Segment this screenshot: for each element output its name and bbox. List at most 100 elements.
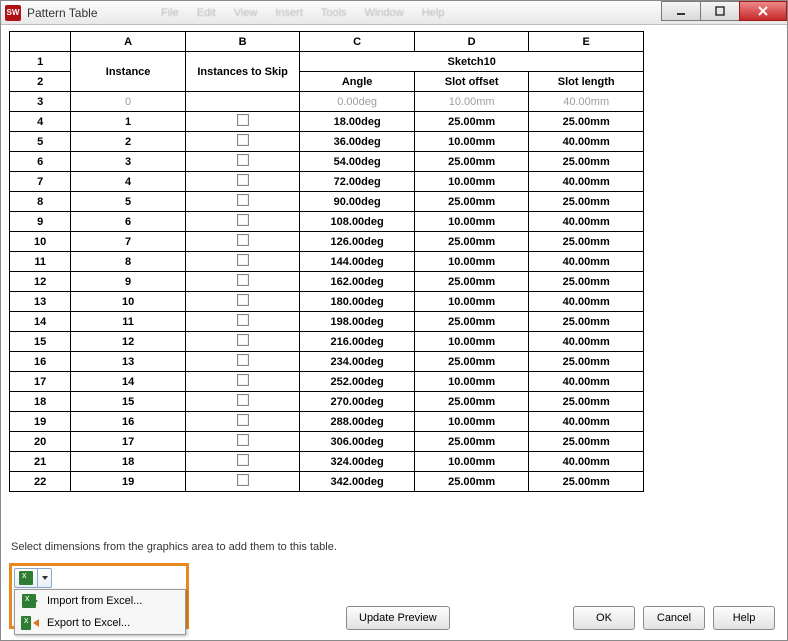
angle-cell[interactable]: 0.00deg bbox=[300, 92, 415, 112]
table-row[interactable]: 1714252.00deg10.00mm40.00mm bbox=[10, 372, 644, 392]
table-row[interactable]: 8590.00deg25.00mm25.00mm bbox=[10, 192, 644, 212]
excel-button-main[interactable] bbox=[14, 568, 38, 588]
row-header[interactable]: 3 bbox=[10, 92, 71, 112]
col-e-header[interactable]: E bbox=[529, 32, 644, 52]
instance-cell[interactable]: 12 bbox=[71, 332, 186, 352]
instance-cell[interactable]: 6 bbox=[71, 212, 186, 232]
skip-cell[interactable] bbox=[185, 172, 300, 192]
skip-checkbox[interactable] bbox=[237, 414, 249, 426]
row-header[interactable]: 22 bbox=[10, 472, 71, 492]
row-header[interactable]: 7 bbox=[10, 172, 71, 192]
length-cell[interactable]: 40.00mm bbox=[529, 332, 644, 352]
angle-cell[interactable]: 270.00deg bbox=[300, 392, 415, 412]
offset-cell[interactable]: 10.00mm bbox=[414, 292, 529, 312]
row-header[interactable]: 5 bbox=[10, 132, 71, 152]
length-cell[interactable]: 25.00mm bbox=[529, 272, 644, 292]
skip-checkbox[interactable] bbox=[237, 194, 249, 206]
angle-cell[interactable]: 144.00deg bbox=[300, 252, 415, 272]
angle-cell[interactable]: 252.00deg bbox=[300, 372, 415, 392]
col-a-header[interactable]: A bbox=[71, 32, 186, 52]
offset-cell[interactable]: 25.00mm bbox=[414, 432, 529, 452]
skip-cell[interactable] bbox=[185, 112, 300, 132]
table-row[interactable]: 2017306.00deg25.00mm25.00mm bbox=[10, 432, 644, 452]
skip-cell[interactable] bbox=[185, 432, 300, 452]
row-header[interactable]: 18 bbox=[10, 392, 71, 412]
offset-cell[interactable]: 10.00mm bbox=[414, 372, 529, 392]
row-header[interactable]: 1 bbox=[10, 52, 71, 72]
skip-cell[interactable] bbox=[185, 132, 300, 152]
instance-cell[interactable]: 1 bbox=[71, 112, 186, 132]
pattern-table[interactable]: A B C D E 1 Instance Instances to Skip S… bbox=[9, 31, 644, 492]
skip-checkbox[interactable] bbox=[237, 214, 249, 226]
skip-cell[interactable] bbox=[185, 92, 300, 112]
offset-cell[interactable]: 10.00mm bbox=[414, 332, 529, 352]
length-cell[interactable]: 40.00mm bbox=[529, 92, 644, 112]
row-header[interactable]: 4 bbox=[10, 112, 71, 132]
length-cell[interactable]: 25.00mm bbox=[529, 392, 644, 412]
table-row[interactable]: 1916288.00deg10.00mm40.00mm bbox=[10, 412, 644, 432]
col-b-header[interactable]: B bbox=[185, 32, 300, 52]
angle-cell[interactable]: 18.00deg bbox=[300, 112, 415, 132]
instance-cell[interactable]: 15 bbox=[71, 392, 186, 412]
skip-checkbox[interactable] bbox=[237, 134, 249, 146]
table-row[interactable]: 118144.00deg10.00mm40.00mm bbox=[10, 252, 644, 272]
instance-cell[interactable]: 4 bbox=[71, 172, 186, 192]
offset-cell[interactable]: 25.00mm bbox=[414, 312, 529, 332]
menu-import-from-excel[interactable]: Import from Excel... bbox=[15, 590, 185, 612]
skip-cell[interactable] bbox=[185, 332, 300, 352]
angle-cell[interactable]: 54.00deg bbox=[300, 152, 415, 172]
skip-cell[interactable] bbox=[185, 252, 300, 272]
length-cell[interactable]: 40.00mm bbox=[529, 252, 644, 272]
length-cell[interactable]: 25.00mm bbox=[529, 432, 644, 452]
angle-cell[interactable]: 198.00deg bbox=[300, 312, 415, 332]
offset-cell[interactable]: 25.00mm bbox=[414, 272, 529, 292]
row-header[interactable]: 13 bbox=[10, 292, 71, 312]
offset-cell[interactable]: 10.00mm bbox=[414, 132, 529, 152]
skip-checkbox[interactable] bbox=[237, 394, 249, 406]
table-row[interactable]: 2219342.00deg25.00mm25.00mm bbox=[10, 472, 644, 492]
menu-export-to-excel[interactable]: Export to Excel... bbox=[15, 612, 185, 634]
skip-checkbox[interactable] bbox=[237, 454, 249, 466]
minimize-button[interactable] bbox=[661, 1, 701, 21]
instance-cell[interactable]: 7 bbox=[71, 232, 186, 252]
skip-cell[interactable] bbox=[185, 312, 300, 332]
table-row[interactable]: 4118.00deg25.00mm25.00mm bbox=[10, 112, 644, 132]
angle-cell[interactable]: 324.00deg bbox=[300, 452, 415, 472]
offset-header[interactable]: Slot offset bbox=[414, 72, 529, 92]
instance-cell[interactable]: 3 bbox=[71, 152, 186, 172]
angle-cell[interactable]: 108.00deg bbox=[300, 212, 415, 232]
instance-cell[interactable]: 19 bbox=[71, 472, 186, 492]
col-d-header[interactable]: D bbox=[414, 32, 529, 52]
length-cell[interactable]: 25.00mm bbox=[529, 192, 644, 212]
table-scroll-area[interactable]: A B C D E 1 Instance Instances to Skip S… bbox=[9, 31, 659, 511]
offset-cell[interactable]: 10.00mm bbox=[414, 212, 529, 232]
instance-cell[interactable]: 14 bbox=[71, 372, 186, 392]
ok-button[interactable]: OK bbox=[573, 606, 635, 630]
table-row[interactable]: 5236.00deg10.00mm40.00mm bbox=[10, 132, 644, 152]
row-header[interactable]: 9 bbox=[10, 212, 71, 232]
table-row[interactable]: 3 0 0.00deg 10.00mm 40.00mm bbox=[10, 92, 644, 112]
instance-cell[interactable]: 9 bbox=[71, 272, 186, 292]
length-cell[interactable]: 40.00mm bbox=[529, 412, 644, 432]
row-header[interactable]: 11 bbox=[10, 252, 71, 272]
length-cell[interactable]: 25.00mm bbox=[529, 112, 644, 132]
length-cell[interactable]: 25.00mm bbox=[529, 472, 644, 492]
angle-cell[interactable]: 90.00deg bbox=[300, 192, 415, 212]
angle-cell[interactable]: 72.00deg bbox=[300, 172, 415, 192]
angle-cell[interactable]: 306.00deg bbox=[300, 432, 415, 452]
table-row[interactable]: 1310180.00deg10.00mm40.00mm bbox=[10, 292, 644, 312]
row-header[interactable]: 17 bbox=[10, 372, 71, 392]
offset-cell[interactable]: 25.00mm bbox=[414, 352, 529, 372]
skip-cell[interactable] bbox=[185, 472, 300, 492]
skip-checkbox[interactable] bbox=[237, 174, 249, 186]
table-row[interactable]: 129162.00deg25.00mm25.00mm bbox=[10, 272, 644, 292]
offset-cell[interactable]: 10.00mm bbox=[414, 452, 529, 472]
skip-checkbox[interactable] bbox=[237, 314, 249, 326]
instance-cell[interactable]: 11 bbox=[71, 312, 186, 332]
row-header[interactable]: 10 bbox=[10, 232, 71, 252]
skip-cell[interactable] bbox=[185, 152, 300, 172]
angle-cell[interactable]: 36.00deg bbox=[300, 132, 415, 152]
length-cell[interactable]: 25.00mm bbox=[529, 312, 644, 332]
row-header[interactable]: 21 bbox=[10, 452, 71, 472]
row-header[interactable]: 20 bbox=[10, 432, 71, 452]
